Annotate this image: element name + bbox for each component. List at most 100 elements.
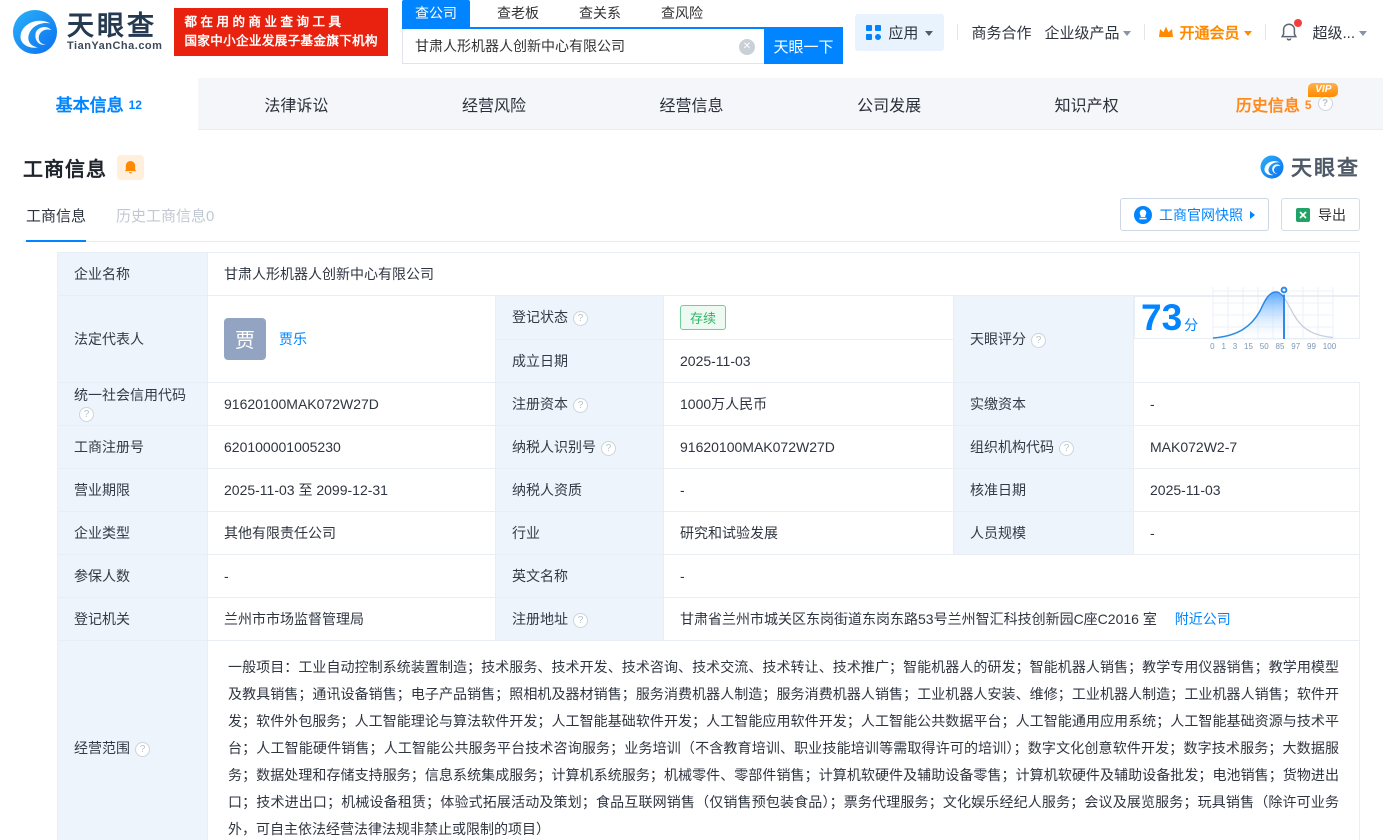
search-button[interactable]: 天眼一下	[763, 29, 843, 64]
tab-basic-info[interactable]: 基本信息 12	[0, 78, 198, 130]
vip-upgrade-button[interactable]: 开通会员	[1158, 22, 1253, 43]
field-label: 行业	[512, 524, 540, 541]
export-label: 导出	[1318, 206, 1346, 223]
company-type-value: 其他有限责任公司	[224, 524, 336, 541]
paid-capital-value: -	[1150, 395, 1155, 412]
chevron-down-icon	[1359, 30, 1367, 36]
subtab-history-registration[interactable]: 历史工商信息0	[116, 205, 214, 241]
nav-cooperation[interactable]: 商务合作	[971, 22, 1031, 43]
field-label: 成立日期	[512, 352, 568, 369]
export-button[interactable]: 导出	[1281, 198, 1360, 231]
divider	[1144, 24, 1146, 40]
help-icon[interactable]	[573, 311, 588, 327]
tab-legal[interactable]: 法律诉讼	[198, 78, 396, 129]
field-label: 核准日期	[970, 481, 1026, 498]
table-row: 参保人数 - 英文名称 -	[57, 553, 1360, 598]
nav-super-vip[interactable]: 超级...	[1312, 22, 1367, 43]
table-row: 企业类型 其他有限责任公司 行业 研究和试验发展 人员规模 -	[57, 510, 1360, 555]
help-icon[interactable]	[573, 397, 588, 413]
top-nav: 应用 商务合作 企业级产品 开通会员 超级...	[855, 13, 1367, 51]
snapshot-label: 工商官网快照	[1159, 206, 1243, 223]
help-icon[interactable]	[601, 440, 616, 456]
business-scope-value: 一般项目：工业自动控制系统装置制造；技术服务、技术开发、技术咨询、技术交流、技术…	[228, 658, 1339, 837]
search-tab-relation[interactable]: 查关系	[566, 0, 634, 27]
search-input[interactable]	[401, 29, 764, 64]
apps-menu[interactable]: 应用	[855, 13, 945, 51]
crown-icon	[1159, 26, 1174, 37]
tianyan-score-cell[interactable]: 73 分 0 1 3 15 50 85 97 99 100	[1134, 284, 1360, 351]
taxpayer-id-value: 91620100MAK072W27D	[680, 438, 835, 455]
industry-value: 研究和试验发展	[680, 524, 778, 541]
enterprise-label: 企业级产品	[1044, 24, 1120, 42]
nav-enterprise[interactable]: 企业级产品	[1044, 22, 1132, 43]
table-row: 工商注册号 620100001005230 纳税人识别号 91620100MAK…	[57, 424, 1360, 469]
arrow-right-icon	[1250, 210, 1255, 219]
search-tabs: 查公司 查老板 查关系 查风险	[401, 0, 843, 29]
score-distribution-chart: 01 3 15 50 85 97 99 100	[1210, 284, 1337, 351]
field-label: 登记机关	[74, 610, 130, 627]
help-icon[interactable]	[79, 407, 94, 422]
avatar[interactable]: 贾	[224, 317, 266, 360]
field-label: 组织机构代码	[970, 438, 1054, 455]
tab-operating-risk[interactable]: 经营风险	[395, 78, 593, 129]
table-row: 法定代表人 贾 贾乐 登记状态 存续 天眼评分 73分	[57, 284, 1360, 383]
nearby-companies-link[interactable]: 附近公司	[1175, 611, 1231, 627]
table-row: 登记机关 兰州市市场监督管理局 注册地址 甘肃省兰州市城关区东岗街道东岗东路53…	[57, 596, 1360, 641]
approval-date-value: 2025-11-03	[1150, 481, 1221, 498]
reg-authority-value: 兰州市市场监督管理局	[224, 610, 364, 627]
staff-size-value: -	[1150, 524, 1155, 541]
notification-dot	[1294, 19, 1303, 27]
official-snapshot-button[interactable]: 工商官网快照	[1120, 198, 1269, 231]
tab-label: 历史信息	[1235, 97, 1300, 115]
clear-icon[interactable]	[738, 38, 755, 55]
tianyancha-logo-icon	[12, 9, 58, 55]
score-value: 73	[1141, 297, 1183, 338]
field-label: 经营范围	[74, 740, 130, 756]
tab-label: 经营风险	[461, 97, 526, 115]
help-icon[interactable]	[135, 742, 150, 757]
legal-rep-link[interactable]: 贾乐	[279, 329, 307, 349]
watermark-text: 天眼查	[1291, 157, 1360, 180]
brand-name: 天眼查	[67, 11, 157, 41]
vip-badge: VIP	[1308, 83, 1339, 97]
search-tab-risk[interactable]: 查风险	[648, 0, 716, 27]
reg-address-value: 甘肃省兰州市城关区东岗街道东岗东路53号兰州智汇科技创新园C座C2016 室	[680, 610, 1157, 627]
search-tab-boss[interactable]: 查老板	[484, 0, 552, 27]
tab-history-info[interactable]: VIP 历史信息 5	[1185, 78, 1383, 129]
top-header: 天眼查 TianYanCha.com 都在用的商业查询工具 国家中小企业发展子基…	[0, 0, 1383, 64]
field-label: 纳税人识别号	[512, 438, 596, 455]
divider	[957, 24, 959, 40]
chevron-down-icon	[1244, 30, 1253, 36]
field-label: 统一社会信用代码	[74, 387, 186, 403]
search-module: 查公司 查老板 查关系 查风险 天眼一下	[401, 0, 843, 64]
notifications-button[interactable]	[1279, 19, 1303, 42]
subtab-business-registration[interactable]: 工商信息	[26, 205, 87, 242]
tab-label: 基本信息	[55, 96, 124, 115]
table-row: 经营范围 一般项目：工业自动控制系统装置制造；技术服务、技术开发、技术咨询、技术…	[57, 639, 1360, 840]
score-axis-labels: 01 3 15 50 85 97 99 100	[1210, 341, 1337, 351]
help-icon[interactable]	[573, 612, 588, 628]
tab-business-info[interactable]: 经营信息	[593, 78, 791, 129]
bell-icon	[124, 160, 137, 174]
establish-date-value: 2025-11-03	[680, 352, 751, 369]
tab-count: 5	[1304, 98, 1312, 112]
tab-company-development[interactable]: 公司发展	[790, 78, 988, 129]
subscribe-bell-button[interactable]	[117, 154, 144, 180]
field-label: 工商注册号	[74, 438, 144, 455]
excel-icon	[1296, 207, 1310, 222]
brand-text: 天眼查 TianYanCha.com	[67, 12, 162, 52]
chevron-down-icon	[925, 30, 934, 36]
field-label: 营业期限	[74, 481, 130, 498]
search-tab-company[interactable]: 查公司	[401, 0, 470, 27]
field-label: 注册地址	[512, 610, 568, 627]
bell-curve-chart	[1212, 284, 1334, 339]
help-icon[interactable]	[1317, 96, 1333, 111]
status-badge: 存续	[680, 304, 727, 330]
tianyancha-logo[interactable]: 天眼查 TianYanCha.com	[12, 9, 162, 55]
tab-intellectual-property[interactable]: 知识产权	[988, 78, 1186, 129]
help-icon[interactable]	[1031, 332, 1046, 348]
tianyancha-watermark-icon	[1260, 155, 1284, 179]
help-icon[interactable]	[1059, 440, 1074, 456]
tab-label: 法律诉讼	[264, 97, 329, 115]
section-title: 工商信息	[23, 158, 107, 181]
